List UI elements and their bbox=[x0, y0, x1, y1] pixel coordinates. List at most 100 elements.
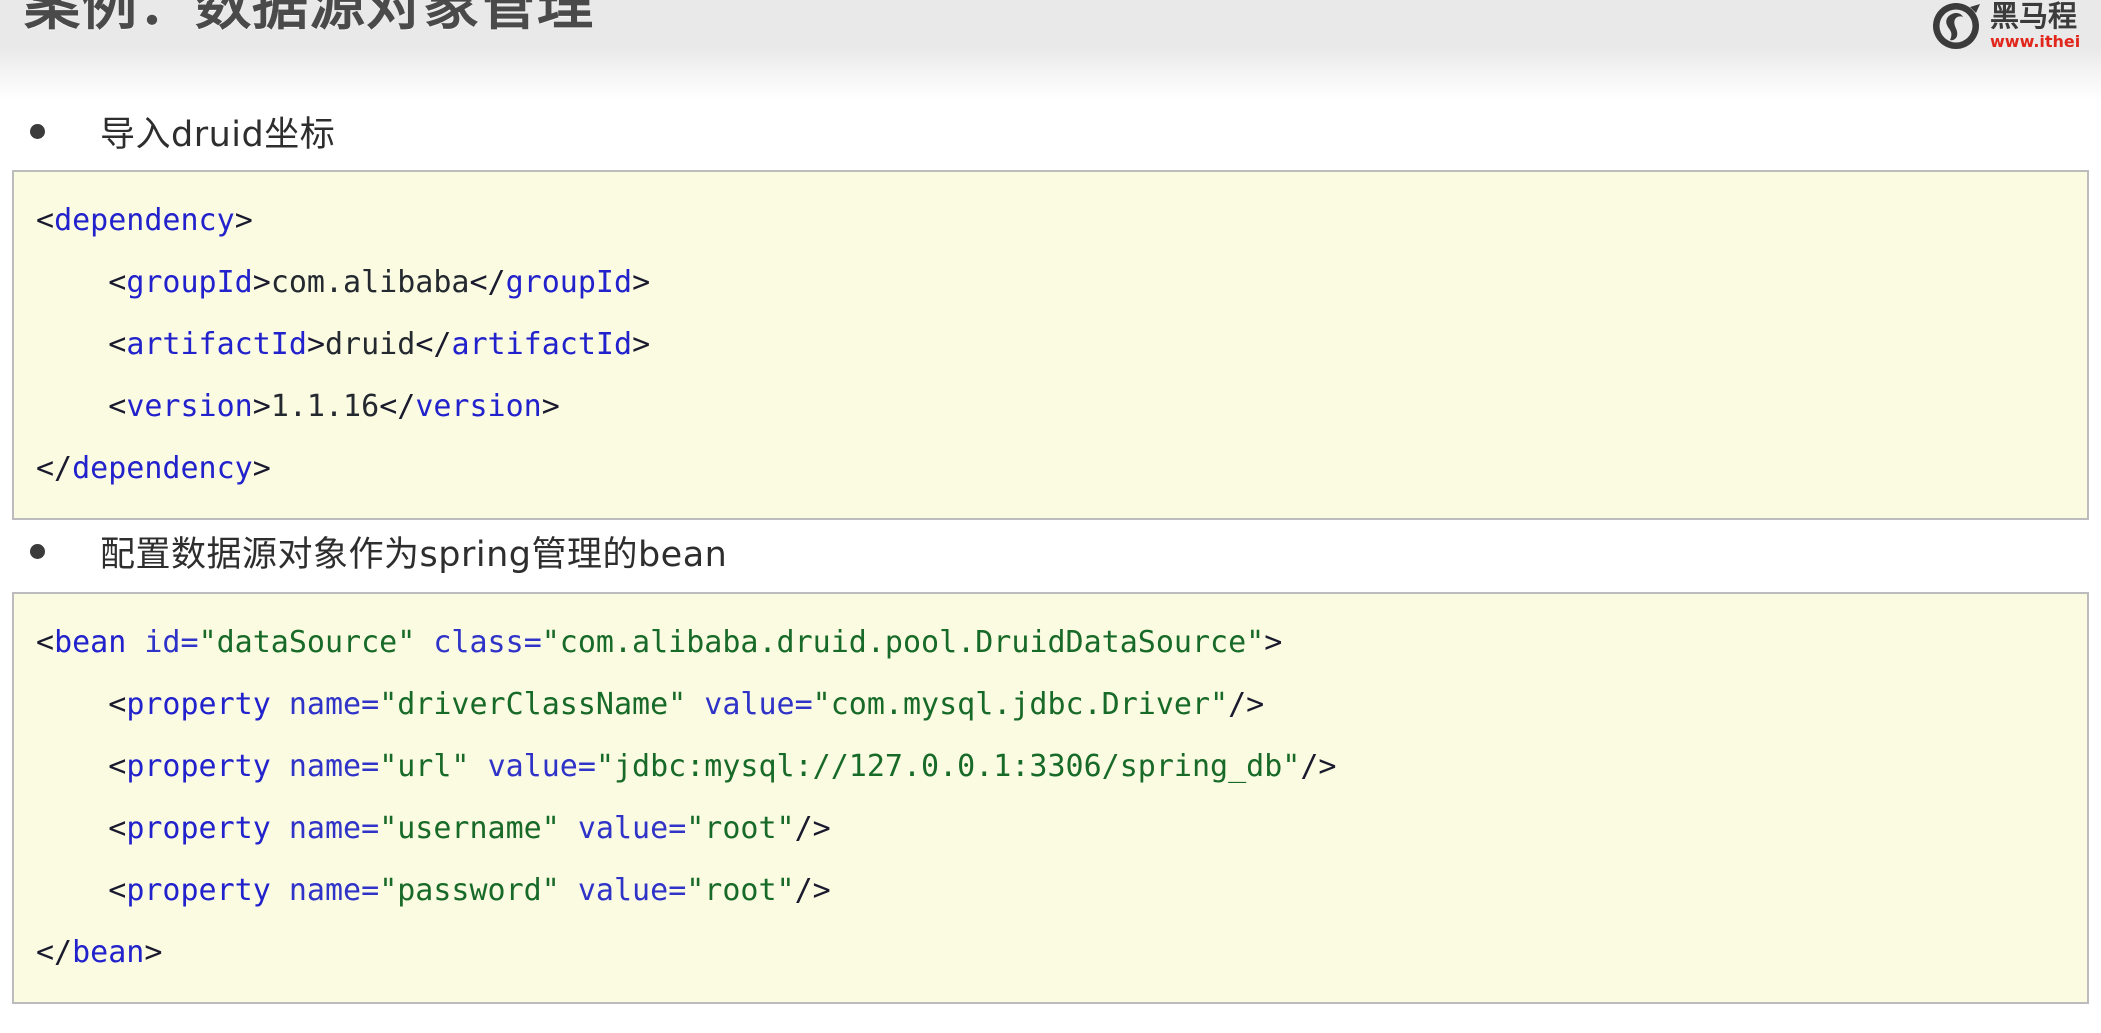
code-token-tag: dependency bbox=[54, 203, 235, 238]
code-line: <dependency> bbox=[36, 190, 2065, 252]
code-token-txt: com.alibaba bbox=[270, 265, 470, 300]
code-token-str: "com.mysql.jdbc.Driver" bbox=[812, 687, 1229, 722]
code-token-attr: value bbox=[577, 873, 669, 908]
code-token-eq: = bbox=[361, 811, 380, 846]
code-token-punct: > bbox=[252, 451, 271, 486]
code-token-str: "dataSource" bbox=[198, 625, 416, 660]
brand-text-column: 黑马程 www.ithei bbox=[1990, 2, 2080, 50]
code-token-attr: value bbox=[487, 749, 578, 784]
code-token-attr: id bbox=[144, 625, 181, 660]
slide-header-band: 案例：数据源对象管理 黑马程 www.ithei bbox=[0, 0, 2101, 100]
code-token-eq: = bbox=[668, 811, 687, 846]
code-token-str: "jdbc:mysql://127.0.0.1:3306/spring_db" bbox=[595, 749, 1301, 784]
code-token-punct: > bbox=[144, 935, 163, 970]
code-token-punct: /> bbox=[794, 873, 831, 908]
page-title: 案例：数据源对象管理 bbox=[24, 0, 594, 38]
code-token-tag: artifactId bbox=[451, 327, 633, 362]
bullet-dot-icon bbox=[30, 543, 45, 559]
code-token-tag: dependency bbox=[72, 451, 253, 486]
code-token-txt: 1.1.16 bbox=[270, 389, 380, 424]
code-token-punct: > bbox=[632, 265, 651, 300]
code-token-punct: > bbox=[252, 389, 271, 424]
code-token-eq: = bbox=[180, 625, 199, 660]
bullet-item-import-druid: 导入druid坐标 bbox=[0, 100, 2101, 162]
code-token-punct: < bbox=[36, 625, 55, 660]
code-token-tag: property bbox=[126, 873, 271, 908]
code-token-tag: version bbox=[415, 389, 542, 424]
itheima-horse-logo-icon bbox=[1930, 0, 1982, 52]
code-token-punct: > bbox=[1264, 625, 1283, 660]
code-line: <artifactId>druid</artifactId> bbox=[36, 314, 2065, 376]
code-token-tag: property bbox=[126, 811, 271, 846]
code-line: <bean id="dataSource" class="com.alibaba… bbox=[36, 612, 2065, 674]
code-token-punct: </ bbox=[469, 265, 506, 300]
code-token-punct: </ bbox=[415, 327, 452, 362]
code-token-tag: property bbox=[126, 749, 271, 784]
code-token-punct: </ bbox=[379, 389, 416, 424]
code-line: <property name="url" value="jdbc:mysql:/… bbox=[36, 736, 2065, 798]
bullet-dot-icon bbox=[30, 123, 45, 139]
code-token-attr: name bbox=[288, 873, 362, 908]
code-token-punct: < bbox=[36, 265, 127, 300]
code-token-punct: < bbox=[36, 327, 127, 362]
code-token-eq: = bbox=[361, 749, 380, 784]
code-token-punct: /> bbox=[794, 811, 831, 846]
code-token-attr: value bbox=[577, 811, 669, 846]
code-token-punct: < bbox=[36, 873, 127, 908]
code-token-txt: druid bbox=[325, 327, 416, 362]
code-line: <groupId>com.alibaba</groupId> bbox=[36, 252, 2065, 314]
code-token-punct: < bbox=[36, 687, 127, 722]
druid-dependency-code[interactable]: <dependency> <groupId>com.alibaba</group… bbox=[12, 170, 2089, 520]
code-token-punct: > bbox=[632, 327, 651, 362]
code-token-punct: < bbox=[36, 203, 55, 238]
code-token-eq: = bbox=[577, 749, 596, 784]
code-token-attr: name bbox=[288, 811, 362, 846]
code-token-attr: value bbox=[704, 687, 795, 722]
code-token-attr: name bbox=[288, 687, 362, 722]
code-token-tag: property bbox=[126, 687, 271, 722]
code-token-punct: > bbox=[306, 327, 325, 362]
code-token-tag: bean bbox=[54, 625, 127, 660]
code-token-punct: < bbox=[36, 811, 127, 846]
code-token-attr: class bbox=[433, 625, 524, 660]
code-token-eq: = bbox=[668, 873, 687, 908]
code-line: <property name="driverClassName" value="… bbox=[36, 674, 2065, 736]
code-token-str: "url" bbox=[379, 749, 470, 784]
bullet-item-configure-datasource-bean: 配置数据源对象作为spring管理的bean bbox=[0, 520, 2101, 582]
code-line: <property name="username" value="root"/> bbox=[36, 798, 2065, 860]
code-token-tag: groupId bbox=[126, 265, 253, 300]
code-token-tag: groupId bbox=[505, 265, 633, 300]
code-token-punct: > bbox=[252, 265, 271, 300]
code-token-tag: artifactId bbox=[126, 327, 307, 362]
bullet-label: 导入druid坐标 bbox=[100, 114, 336, 155]
code-token-eq: = bbox=[794, 687, 813, 722]
code-token-str: "root" bbox=[686, 873, 795, 908]
brand-logo: 黑马程 www.ithei bbox=[1930, 0, 2101, 56]
bullet-label: 配置数据源对象作为spring管理的bean bbox=[100, 534, 728, 575]
code-token-punct: < bbox=[36, 389, 127, 424]
code-token-str: "password" bbox=[379, 873, 560, 908]
datasource-bean-code[interactable]: <bean id="dataSource" class="com.alibaba… bbox=[12, 592, 2089, 1004]
code-token-str: "username" bbox=[379, 811, 560, 846]
code-token-tag: version bbox=[126, 389, 253, 424]
code-token-eq: = bbox=[361, 687, 380, 722]
code-token-str: "com.alibaba.druid.pool.DruidDataSource" bbox=[541, 625, 1265, 660]
brand-website-url: www.ithei bbox=[1990, 32, 2081, 51]
slide-content: 导入druid坐标 <dependency> <groupId>com.alib… bbox=[0, 100, 2101, 1004]
code-token-str: "driverClassName" bbox=[379, 687, 687, 722]
code-token-punct: /> bbox=[1300, 749, 1337, 784]
code-token-punct: < bbox=[36, 749, 127, 784]
code-token-punct: </ bbox=[36, 451, 73, 486]
code-token-eq: = bbox=[361, 873, 380, 908]
code-token-eq: = bbox=[523, 625, 542, 660]
code-token-punct: > bbox=[234, 203, 253, 238]
code-line: </dependency> bbox=[36, 438, 2065, 500]
